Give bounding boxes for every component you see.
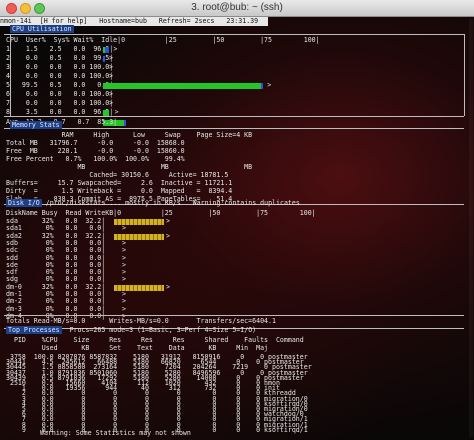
disk-peak-marker: > xyxy=(166,231,170,240)
clock: 23:31.39 xyxy=(226,17,259,25)
cpu-left-border xyxy=(10,34,11,116)
cpu-row: 1 1.5 2.5 0.0 96.0| xyxy=(6,45,114,53)
cpu-sys-bar xyxy=(103,56,105,62)
cpu-row: 7 0.0 0.0 0.0 100.0| xyxy=(6,99,114,107)
proc-title-line: Top Processes Procs=265 mode=3 (1=Basic,… xyxy=(6,326,256,335)
terminal-scrollbar[interactable] xyxy=(469,19,473,437)
window-title: 3. root@bub: ~ (ssh) xyxy=(191,2,283,13)
cpu-right-border xyxy=(464,34,465,116)
divider xyxy=(4,315,464,316)
memory-section-title: Memory Stats xyxy=(10,121,62,129)
cpu-header: CPU User% Sys% Wait% Idle|0 |25 |50 |75 … xyxy=(6,36,320,44)
cpu-peak-marker: > xyxy=(109,54,113,62)
cpu-avg-sys-bar xyxy=(123,120,126,126)
cpu-peak-marker: > xyxy=(109,90,113,98)
proc-summary: Procs=265 mode=3 (1=Basic, 3=Perf 4=Size… xyxy=(69,326,257,334)
cpu-row: 3 0.0 0.0 0.0 100.0| xyxy=(6,63,114,71)
disk-totals: Totals Read-MB/s=0.0 Writes-MB/s=0.0 Tra… xyxy=(6,317,276,325)
disk-units-note: mostly in KB/s xyxy=(125,199,181,207)
disk-peak-marker: > xyxy=(122,224,126,233)
cpu-sys-bar xyxy=(261,83,264,89)
cpu-row: 2 0.0 0.5 0.0 99.5| xyxy=(6,54,114,62)
window-titlebar: 3. root@bub: ~ (ssh) xyxy=(0,0,474,17)
cpu-peak-marker: > xyxy=(109,99,113,107)
divider xyxy=(4,116,464,117)
disk-section-title: Disk I/O xyxy=(6,199,42,207)
disk-peak-marker: > xyxy=(122,275,126,284)
cpu-sys-bar xyxy=(105,47,110,53)
proc-header-2: Used KB Set Text Data KB Min Maj xyxy=(6,344,269,352)
app-name: nmon-14i xyxy=(0,17,32,25)
cpu-row: 5 99.5 0.5 0.0 0.0| xyxy=(6,81,114,89)
disk-peak-marker: > xyxy=(166,217,170,225)
cpu-user-bar xyxy=(103,83,262,89)
disk-warning: Warning:contains duplicates xyxy=(192,199,300,207)
cpu-section-title: CPU Utilisation xyxy=(10,25,74,33)
proc-section-title: Top Processes xyxy=(6,326,62,334)
cpu-peak-marker: > xyxy=(267,81,272,89)
cpu-peak-marker: > xyxy=(109,63,113,71)
divider xyxy=(4,34,464,35)
refresh-rate: Refresh= 2secs xyxy=(158,17,215,25)
terminal-pane[interactable]: nmon-14i [H for help] Hostname=bub Refre… xyxy=(0,17,474,440)
divider xyxy=(4,128,464,129)
disk-title-line: Disk I/O /proc/diskstats ... mostly in K… xyxy=(6,199,300,207)
disk-source: /proc/diskstats xyxy=(45,199,106,207)
cpu-row: 4 0.0 0.0 0.0 100.0| xyxy=(6,72,114,80)
hostname: Hostname=bub xyxy=(99,17,147,25)
cpu-row: 6 0.0 0.0 0.0 100.0| xyxy=(6,90,114,98)
cpu-peak-marker: > xyxy=(113,45,118,53)
cpu-peak-marker: > xyxy=(109,72,113,80)
disk-peak-marker: > xyxy=(166,282,170,291)
proc-warning: Warning: Some Statistics may not shown xyxy=(40,429,191,437)
help-hint: [H for help] xyxy=(39,17,88,25)
